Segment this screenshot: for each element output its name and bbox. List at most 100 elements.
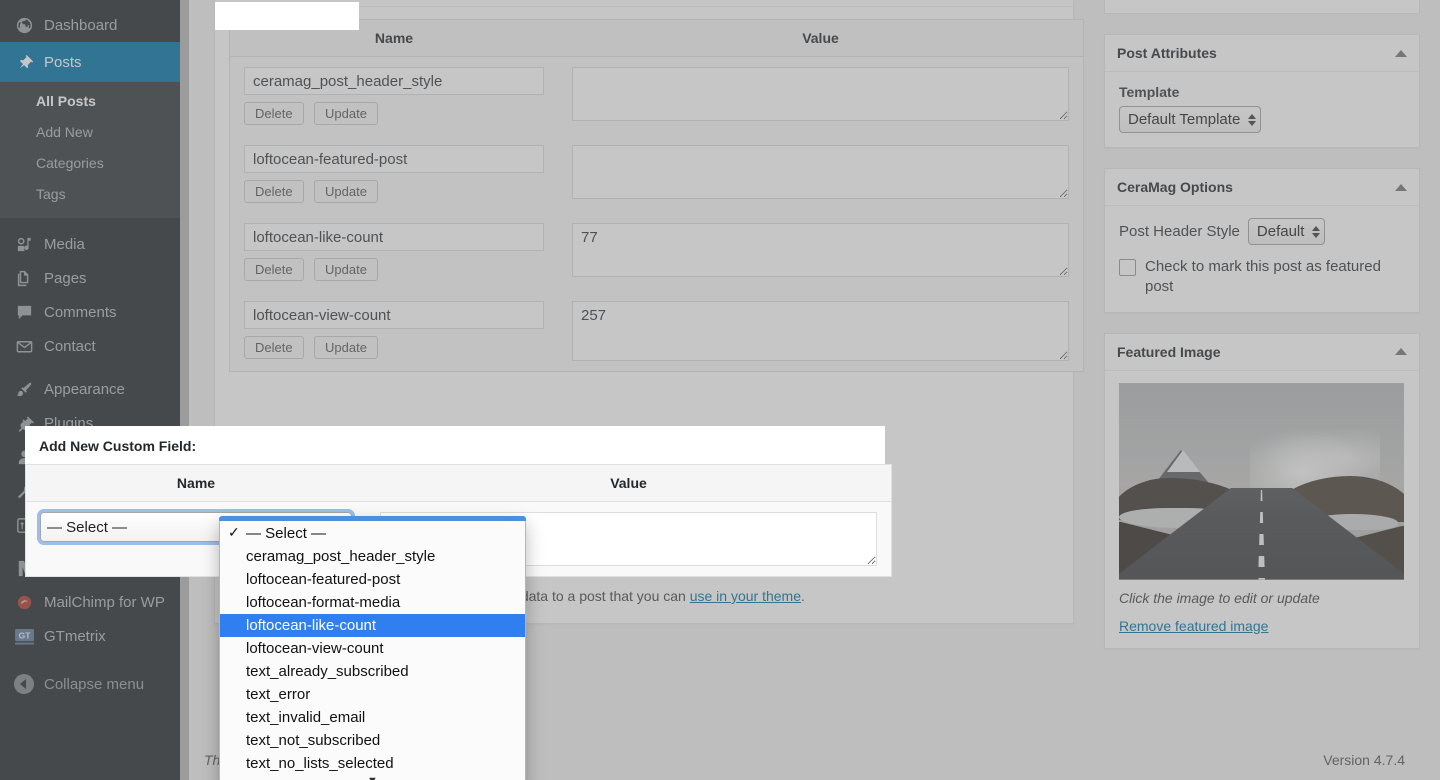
menu-separator	[0, 218, 180, 227]
sidebar-item-label: Media	[44, 235, 85, 253]
sidebar-item-collapse-menu[interactable]: Collapse menu	[0, 667, 180, 701]
scroll-down-arrow-icon[interactable]: ▼	[220, 775, 525, 780]
cell-name: Delete Update	[230, 135, 559, 213]
dropdown-option-highlighted[interactable]: loftocean-like-count	[220, 614, 525, 637]
sidebar-item-tags[interactable]: Tags	[0, 179, 180, 210]
custom-field-name-input[interactable]	[244, 301, 544, 329]
sidebar-item-gtmetrix[interactable]: GT GTmetrix	[0, 619, 180, 653]
sidebar-item-label: Posts	[44, 53, 82, 71]
dropdown-option[interactable]: ceramag_post_header_style	[220, 545, 525, 568]
column-header-value: Value	[558, 19, 1084, 57]
add-new-custom-field-label: Add New Custom Field:	[39, 438, 197, 454]
chevron-up-icon[interactable]	[1395, 49, 1407, 57]
cell-value: 257	[558, 291, 1084, 372]
custom-field-value-textarea[interactable]	[572, 67, 1069, 121]
custom-fields-table: Name Value Delete Update	[229, 19, 1084, 372]
new-field-name-select-value: — Select —	[47, 518, 128, 536]
table-row: Delete Update	[230, 135, 1084, 213]
column-header-name: Name	[25, 464, 366, 502]
ceramag-options-metabox: CeraMag Options Post Header Style Defaul…	[1104, 168, 1420, 313]
custom-field-name-dropdown[interactable]: — Select — ceramag_post_header_style lof…	[219, 518, 526, 780]
post-attributes-metabox: Post Attributes Template Default Templat…	[1104, 34, 1420, 148]
sidebar-item-categories[interactable]: Categories	[0, 148, 180, 179]
template-select-value: Default Template	[1128, 111, 1241, 128]
chevron-up-icon[interactable]	[1395, 183, 1407, 191]
sidebar-item-all-posts[interactable]: All Posts	[0, 86, 180, 117]
posts-submenu: All Posts Add New Categories Tags	[0, 82, 180, 218]
dropdown-option[interactable]: loftocean-format-media	[220, 591, 525, 614]
update-button[interactable]: Update	[314, 102, 378, 125]
featured-image-body: Click the image to edit or update Remove…	[1105, 371, 1419, 648]
update-button[interactable]: Update	[314, 180, 378, 203]
sidebar-item-add-new[interactable]: Add New	[0, 117, 180, 148]
custom-field-value-textarea[interactable]: 77	[572, 223, 1069, 277]
sidebar-item-dashboard[interactable]: Dashboard	[0, 8, 180, 42]
menu-scrollbar[interactable]	[180, 0, 189, 780]
dropdown-focus-cap	[219, 516, 526, 521]
sidebar-item-label: Comments	[44, 303, 117, 321]
dropdown-option[interactable]: loftocean-featured-post	[220, 568, 525, 591]
template-label: Template	[1119, 84, 1180, 100]
dropdown-option[interactable]: text_already_subscribed	[220, 660, 525, 683]
cell-name: Delete Update	[230, 291, 559, 372]
row-actions: Delete Update	[244, 102, 544, 125]
featured-image-title: Featured Image	[1117, 343, 1221, 360]
use-in-your-theme-link[interactable]: use in your theme	[690, 588, 801, 604]
delete-button[interactable]: Delete	[244, 336, 304, 359]
post-attributes-title: Post Attributes	[1117, 45, 1217, 61]
post-header-style-row: Post Header Style Default	[1119, 218, 1405, 245]
custom-field-name-input[interactable]	[244, 67, 544, 95]
sidebar-item-contact[interactable]: Contact	[0, 329, 180, 363]
ceramag-options-title: CeraMag Options	[1117, 179, 1233, 195]
sidebar-item-media[interactable]: Media	[0, 227, 180, 261]
featured-image-thumbnail[interactable]	[1119, 382, 1404, 580]
post-header-style-select[interactable]: Default	[1247, 218, 1326, 245]
gtmetrix-icon: GT	[12, 628, 36, 645]
remove-featured-image-link[interactable]: Remove featured image	[1119, 618, 1268, 634]
sidebar-item-mailchimp[interactable]: MailChimp for WP	[0, 585, 180, 619]
cell-name: Delete Update	[230, 57, 559, 136]
envelope-icon	[12, 337, 36, 356]
post-header-style-value: Default	[1256, 223, 1305, 240]
ceramag-options-header[interactable]: CeraMag Options	[1105, 169, 1419, 206]
row-actions: Delete Update	[244, 336, 544, 359]
svg-text:GT: GT	[18, 630, 31, 640]
sidebar-item-posts[interactable]: Posts	[0, 42, 188, 82]
custom-field-name-input[interactable]	[244, 223, 544, 251]
dropdown-option[interactable]: — Select —	[220, 522, 525, 545]
post-attributes-body: Template Default Template	[1105, 72, 1419, 147]
delete-button[interactable]: Delete	[244, 102, 304, 125]
custom-field-value-textarea[interactable]	[572, 145, 1069, 199]
spotlight-custom-fields-title	[215, 2, 359, 30]
custom-field-value-textarea[interactable]: 257	[572, 301, 1069, 361]
delete-button[interactable]: Delete	[244, 180, 304, 203]
delete-button[interactable]: Delete	[244, 258, 304, 281]
update-button[interactable]: Update	[314, 258, 378, 281]
dropdown-option[interactable]: loftocean-view-count	[220, 637, 525, 660]
sidebar-item-pages[interactable]: Pages	[0, 261, 180, 295]
table-row: Delete Update 77	[230, 213, 1084, 291]
row-actions: Delete Update	[244, 258, 544, 281]
dropdown-option[interactable]: text_not_subscribed	[220, 729, 525, 752]
chevron-up-icon[interactable]	[1395, 348, 1407, 355]
row-actions: Delete Update	[244, 180, 544, 203]
sidebar-item-appearance[interactable]: Appearance	[0, 372, 180, 406]
dropdown-option[interactable]: text_invalid_email	[220, 706, 525, 729]
dropdown-option[interactable]: text_error	[220, 683, 525, 706]
custom-field-name-input[interactable]	[244, 145, 544, 173]
featured-post-checkbox-row[interactable]: Check to mark this post as featured post	[1119, 257, 1405, 298]
media-icon	[12, 235, 36, 254]
post-attributes-header[interactable]: Post Attributes	[1105, 35, 1419, 72]
partial-metabox-above	[1104, 0, 1420, 14]
featured-post-checkbox[interactable]	[1119, 259, 1136, 276]
dropdown-option[interactable]: text_no_lists_selected	[220, 752, 525, 775]
cell-value	[558, 135, 1084, 213]
sidebar-item-label: GTmetrix	[44, 627, 106, 645]
sidebar-item-label: Contact	[44, 337, 96, 355]
sidebar-item-comments[interactable]: Comments	[0, 295, 180, 329]
hint-text-after: .	[801, 588, 805, 604]
template-select[interactable]: Default Template	[1119, 106, 1262, 133]
mountain-snowcap	[1167, 449, 1200, 472]
featured-image-header[interactable]: Featured Image	[1105, 334, 1419, 371]
update-button[interactable]: Update	[314, 336, 378, 359]
